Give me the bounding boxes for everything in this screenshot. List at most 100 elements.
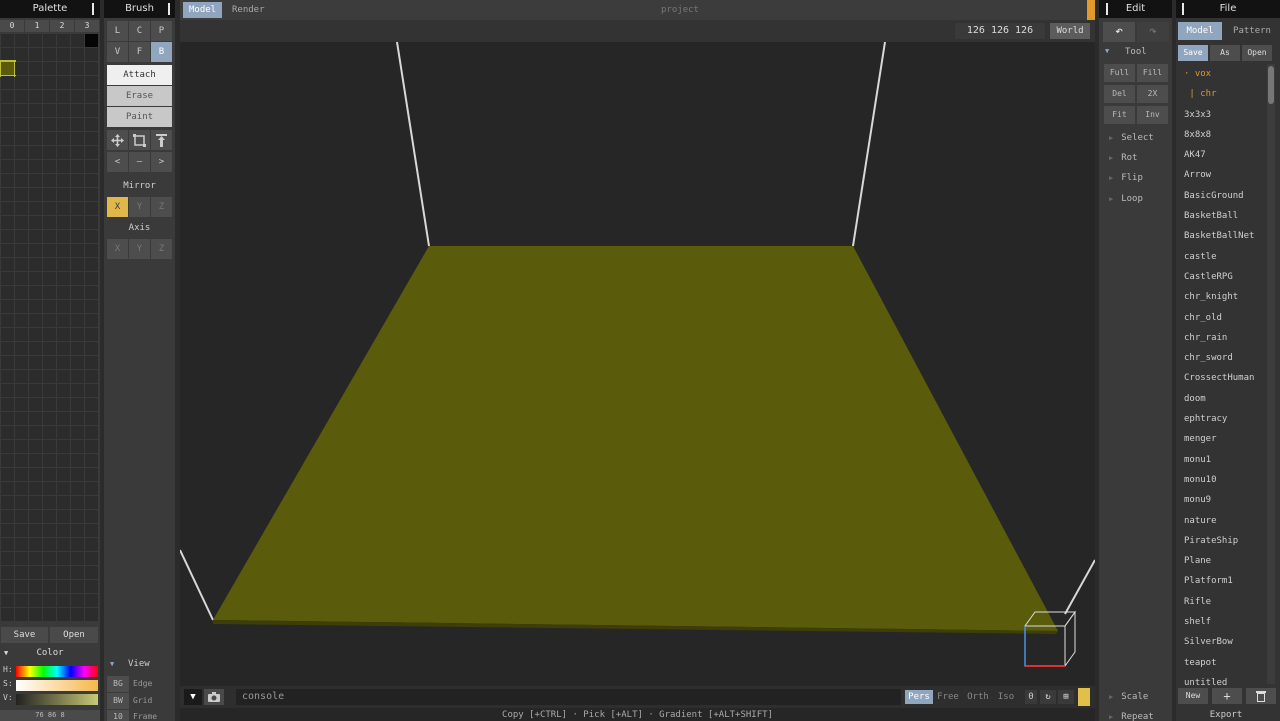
palette-swatch[interactable] [85,580,98,593]
palette-swatch[interactable] [15,188,28,201]
palette-swatch[interactable] [1,174,14,187]
palette-swatch[interactable] [1,34,14,47]
palette-swatch[interactable] [15,454,28,467]
palette-swatch[interactable] [1,426,14,439]
palette-swatch[interactable] [43,342,56,355]
palette-swatch[interactable] [29,370,42,383]
palette-swatch[interactable] [15,216,28,229]
palette-swatch[interactable] [71,258,84,271]
palette-swatch[interactable] [1,76,14,89]
palette-swatch[interactable] [15,90,28,103]
palette-swatch-selected[interactable] [0,60,16,77]
palette-swatch[interactable] [15,552,28,565]
palette-swatch[interactable] [43,510,56,523]
extrude-icon[interactable] [151,130,172,150]
palette-swatch[interactable] [85,454,98,467]
palette-swatch[interactable] [29,286,42,299]
palette-swatch[interactable] [29,216,42,229]
palette-swatch[interactable] [15,300,28,313]
palette-swatch[interactable] [85,34,98,47]
palette-swatch[interactable] [29,328,42,341]
palette-swatch[interactable] [43,538,56,551]
palette-swatch[interactable] [71,160,84,173]
palette-swatch[interactable] [1,454,14,467]
palette-swatch[interactable] [57,216,70,229]
file-list-item[interactable]: shelf [1176,612,1268,632]
palette-swatch[interactable] [57,412,70,425]
palette-swatch[interactable] [71,230,84,243]
palette-swatch[interactable] [71,188,84,201]
palette-swatch[interactable] [71,314,84,327]
palette-swatch[interactable] [85,174,98,187]
undo-icon[interactable]: ↶ [1103,22,1135,42]
palette-swatch[interactable] [57,608,70,621]
palette-swatch[interactable] [1,468,14,481]
palette-swatch[interactable] [43,482,56,495]
palette-swatch[interactable] [71,244,84,257]
palette-swatch[interactable] [71,300,84,313]
palette-swatch[interactable] [1,48,14,61]
palette-swatch[interactable] [85,552,98,565]
palette-swatch[interactable] [71,496,84,509]
color-swatch-indicator[interactable] [1078,688,1090,706]
brush-mode-p-button[interactable]: P [151,21,172,41]
palette-swatch[interactable] [57,552,70,565]
palette-swatch[interactable] [57,328,70,341]
palette-swatch[interactable] [43,608,56,621]
palette-swatch[interactable] [85,230,98,243]
rot-tree-item[interactable]: ▶ Rot [1109,153,1137,163]
palette-swatch[interactable] [85,314,98,327]
palette-swatch[interactable] [71,412,84,425]
palette-swatch[interactable] [15,328,28,341]
axis-x-toggle[interactable]: X [107,239,128,259]
attach-button[interactable]: Attach [107,65,172,85]
palette-swatch[interactable] [71,104,84,117]
palette-swatch[interactable] [85,48,98,61]
palette-swatch[interactable] [57,132,70,145]
folder-chr[interactable]: | chr [1176,84,1268,104]
delete-button[interactable]: Del [1104,85,1135,103]
palette-swatch[interactable] [71,118,84,131]
file-list-item[interactable]: castle [1176,247,1268,267]
palette-swatch[interactable] [43,258,56,271]
file-list-item[interactable]: PirateShip [1176,531,1268,551]
palette-swatch[interactable] [15,356,28,369]
palette-swatch[interactable] [29,90,42,103]
palette-swatch[interactable] [43,160,56,173]
palette-swatch[interactable] [57,272,70,285]
redo-icon[interactable]: ↷ [1137,22,1169,42]
palette-swatch[interactable] [15,608,28,621]
palette-swatch[interactable] [15,48,28,61]
camera-orth-button[interactable]: Orth [965,690,991,704]
palette-swatch[interactable] [85,286,98,299]
saturation-track[interactable] [16,680,98,691]
palette-swatch[interactable] [15,146,28,159]
palette-swatch[interactable] [29,314,42,327]
palette-tab-3[interactable]: 3 [75,20,100,32]
palette-swatch[interactable] [85,258,98,271]
palette-swatch[interactable] [29,356,42,369]
palette-swatch[interactable] [43,174,56,187]
palette-swatch[interactable] [43,552,56,565]
erase-button[interactable]: Erase [107,86,172,106]
palette-swatch[interactable] [85,90,98,103]
palette-swatch[interactable] [85,594,98,607]
palette-swatch[interactable] [57,496,70,509]
palette-swatch[interactable] [57,118,70,131]
palette-swatch[interactable] [29,258,42,271]
palette-swatch[interactable] [71,454,84,467]
palette-swatch[interactable] [43,146,56,159]
palette-save-button[interactable]: Save [1,627,48,643]
mirror-z-toggle[interactable]: Z [151,197,172,217]
palette-swatch[interactable] [71,552,84,565]
palette-swatch[interactable] [29,76,42,89]
palette-swatch[interactable] [85,118,98,131]
palette-swatch[interactable] [85,524,98,537]
file-tab-model[interactable]: Model [1178,22,1222,40]
palette-swatch[interactable] [43,384,56,397]
palette-swatch[interactable] [57,594,70,607]
palette-swatch[interactable] [85,104,98,117]
tab-render[interactable]: Render [226,2,271,18]
palette-swatch[interactable] [71,608,84,621]
flip-tree-item[interactable]: ▶ Flip [1109,173,1143,183]
